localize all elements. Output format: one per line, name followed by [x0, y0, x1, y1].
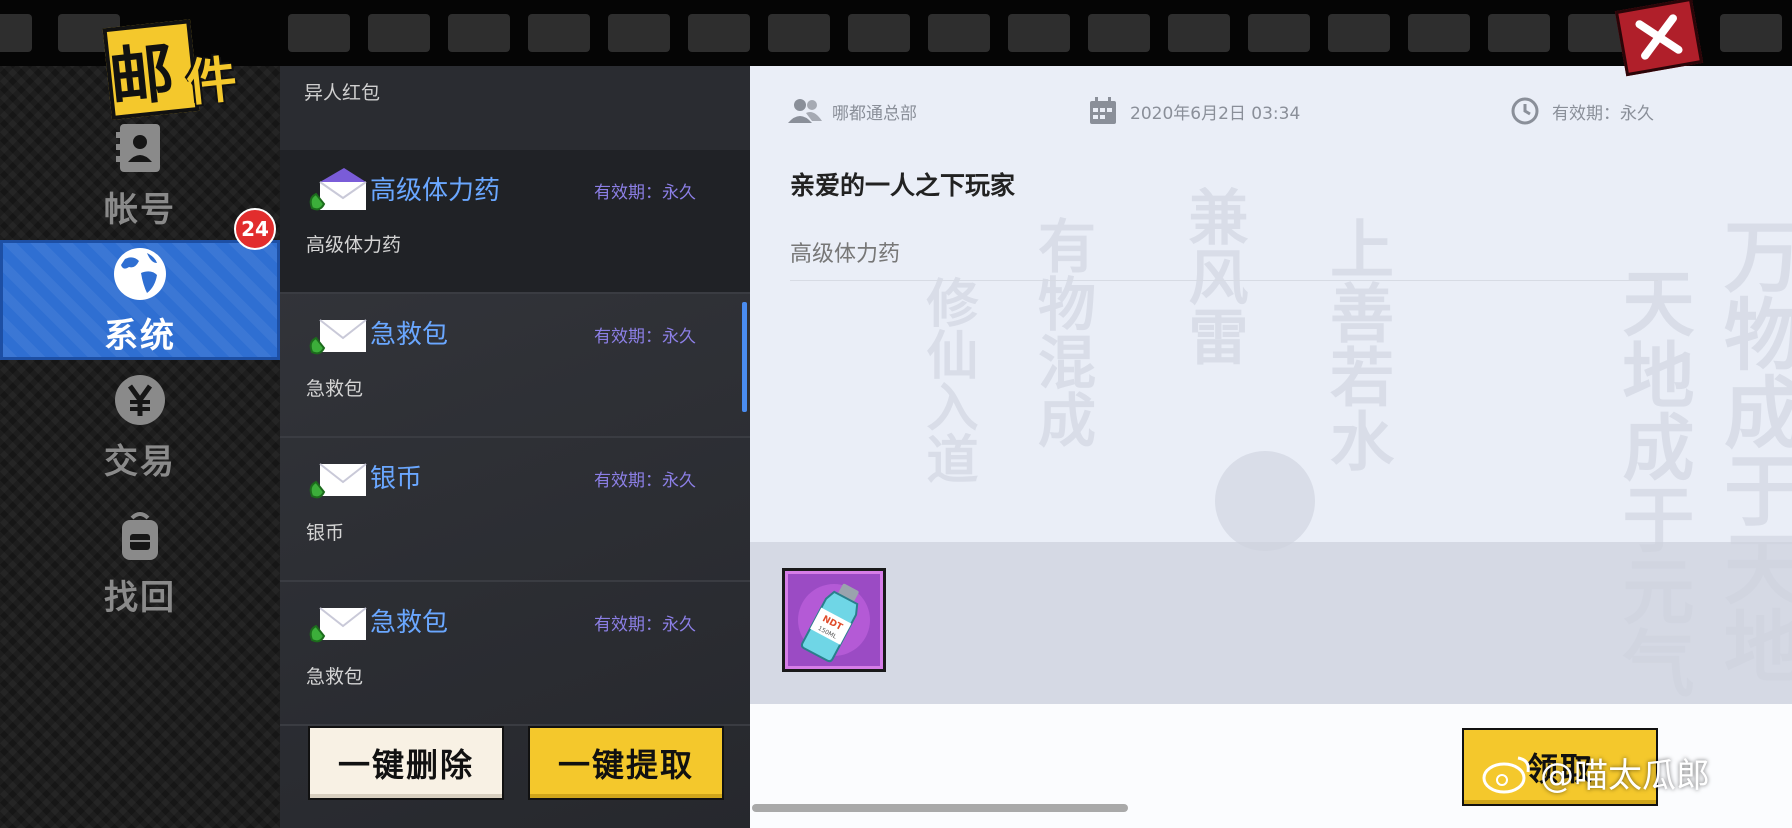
home-indicator[interactable] [752, 804, 1128, 812]
contact-card-icon [110, 118, 170, 178]
notification-badge: 24 [234, 208, 276, 250]
nav-label: 系统 [104, 315, 176, 356]
mail-item-validity: 有效期：永久 [594, 615, 696, 635]
attachment-item[interactable]: NDT 150ML [782, 568, 886, 672]
film-hole [1488, 14, 1550, 52]
validity-meta: 有效期：永久 [1508, 96, 1654, 126]
mail-greeting: 亲爱的一人之下玩家 [790, 171, 1016, 200]
mail-item-validity: 有效期：永久 [594, 327, 696, 347]
film-hole [848, 14, 910, 52]
logo-text-main: 邮 [105, 35, 174, 117]
film-hole [448, 14, 510, 52]
globe-icon [110, 244, 170, 304]
open-envelope-icon [308, 164, 368, 212]
watermark: @喵太瓜郎 [1480, 748, 1710, 797]
people-icon [788, 96, 822, 126]
mail-list-header[interactable]: 异人红包 [280, 66, 750, 150]
bg-calligraphy: 上善若水 [1319, 216, 1394, 472]
mail-date: 2020年6月2日 03:34 [1130, 103, 1301, 124]
mail-item-subtitle: 急救包 [306, 666, 364, 688]
yin-yang-decoration [1215, 451, 1315, 551]
mail-body: 高级体力药 [790, 242, 901, 267]
film-hole [768, 14, 830, 52]
calendar-icon [1086, 96, 1120, 126]
extract-all-button[interactable]: 一键提取 [528, 726, 724, 800]
mail-item-subtitle: 急救包 [306, 378, 364, 400]
film-hole [1328, 14, 1390, 52]
mail-item[interactable]: 银币 有效期：永久 银币 [280, 438, 750, 582]
weibo-logo-icon [1482, 756, 1530, 793]
nav-label: 帐号 [104, 189, 176, 230]
nav-item-trade[interactable]: 交易 [0, 360, 280, 492]
clock-icon [1508, 96, 1542, 126]
mail-item-title: 高级体力药 [370, 176, 501, 206]
envelope-icon [308, 452, 368, 500]
backpack-icon [110, 506, 170, 566]
film-hole [1088, 14, 1150, 52]
nav-label: 交易 [104, 441, 176, 482]
mail-item-validity: 有效期：永久 [594, 183, 696, 203]
logo-text-second: 件 [183, 49, 240, 113]
mail-item-title: 银币 [370, 464, 423, 494]
sender-meta: 哪都通总部 [788, 96, 917, 126]
left-nav: 帐号 系统 24 交易 找回 [0, 66, 280, 828]
film-hole [1408, 14, 1470, 52]
film-hole [608, 14, 670, 52]
mail-item[interactable]: 急救包 有效期：永久 急救包 [280, 582, 750, 726]
film-hole [0, 14, 32, 52]
bg-calligraphy: 修仙入道 [917, 276, 978, 484]
attachment-band [750, 542, 1792, 704]
film-hole [1720, 14, 1782, 52]
mail-item-title: 急救包 [370, 320, 449, 350]
mail-item-validity: 有效期：永久 [594, 471, 696, 491]
mail-item[interactable]: 急救包 有效期：永久 急救包 [280, 294, 750, 438]
mail-list-header-label: 异人红包 [304, 82, 381, 104]
bg-calligraphy: 兼风雷 [1178, 186, 1248, 366]
film-hole [368, 14, 430, 52]
delete-all-button[interactable]: 一键删除 [308, 726, 504, 800]
nav-label: 找回 [104, 577, 176, 618]
nav-item-system[interactable]: 系统 [0, 240, 280, 360]
content-divider [790, 280, 1658, 281]
film-hole [288, 14, 350, 52]
yen-coin-icon [110, 370, 170, 430]
envelope-icon [308, 596, 368, 644]
date-meta: 2020年6月2日 03:34 [1086, 96, 1300, 126]
nav-item-recover[interactable]: 找回 [0, 496, 280, 628]
mail-detail-panel: 万物成于天地 天地成于元气 上善若水 兼风雷 有物混成 修仙入道 哪都通总部 2… [750, 66, 1792, 828]
film-hole [1168, 14, 1230, 52]
mail-list: 异人红包 高级体力药 有效期：永久 高级体力药 急救包 有效期：永久 急救包 银… [280, 66, 750, 828]
potion-bottle-icon: NDT 150ML [798, 583, 870, 663]
watermark-text: @喵太瓜郎 [1540, 756, 1710, 796]
mail-validity: 有效期：永久 [1552, 103, 1654, 124]
bg-calligraphy: 有物混成 [1028, 216, 1096, 448]
mail-item-subtitle: 银币 [306, 522, 345, 544]
sender-name: 哪都通总部 [832, 103, 917, 124]
close-button[interactable] [1614, 0, 1704, 77]
film-hole [928, 14, 990, 52]
mail-item-subtitle: 高级体力药 [306, 234, 402, 256]
close-icon [1635, 14, 1683, 60]
mail-item[interactable]: 高级体力药 有效期：永久 高级体力药 [280, 150, 750, 294]
mail-list-scrollbar[interactable] [742, 302, 747, 412]
film-hole [528, 14, 590, 52]
mail-item-title: 急救包 [370, 608, 449, 638]
envelope-icon [308, 308, 368, 356]
film-hole [688, 14, 750, 52]
mail-logo: 邮 件 [95, 0, 275, 120]
film-hole [1008, 14, 1070, 52]
film-hole [1248, 14, 1310, 52]
